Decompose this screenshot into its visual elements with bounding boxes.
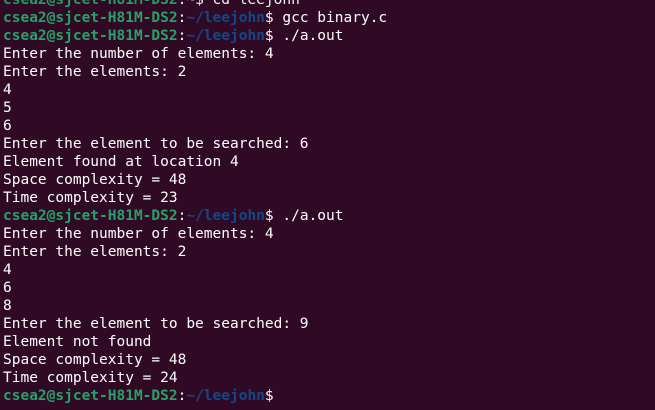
prompt-path: ~/leejohn — [186, 208, 265, 224]
prompt-command: ./a.out — [282, 28, 344, 44]
prompt-dollar: $ — [264, 28, 283, 44]
terminal-output-line: Element found at location 4 — [3, 154, 239, 170]
terminal-output-line: Enter the element to be searched: 6 — [3, 136, 309, 152]
terminal-output-line: Time complexity = 24 — [3, 370, 178, 386]
prompt-user: csea2@sjcet-H81M-DS2 — [3, 0, 178, 8]
terminal-output-line: Space complexity = 48 — [3, 352, 187, 368]
terminal-output-line: 6 — [3, 118, 12, 134]
terminal-output: csea2@sjcet-H81M-DS2:~$ cd leejohn csea2… — [3, 0, 655, 405]
terminal-output-line: Enter the number of elements: 4 — [3, 226, 274, 242]
prompt-command: ./a.out — [282, 208, 344, 224]
prompt-dollar: $ — [264, 208, 283, 224]
prompt-path: ~/leejohn — [186, 388, 265, 404]
terminal-output-line: 4 — [3, 262, 12, 278]
terminal-output-line: 5 — [3, 100, 12, 116]
terminal-output-line: 6 — [3, 280, 12, 296]
partial-rest: :~$ cd leejohn — [177, 0, 300, 8]
terminal-window[interactable]: csea2@sjcet-H81M-DS2:~$ cd leejohn csea2… — [0, 0, 655, 410]
terminal-prompt-line: csea2@sjcet-H81M-DS2:~/leejohn$ gcc bina… — [3, 9, 655, 27]
terminal-line-partial: csea2@sjcet-H81M-DS2:~$ cd leejohn — [3, 0, 655, 9]
terminal-output-line: Enter the elements: 2 — [3, 64, 187, 80]
prompt-path: ~/leejohn — [186, 10, 265, 26]
terminal-output-line: Enter the number of elements: 4 — [3, 46, 274, 62]
terminal-prompt-line: csea2@sjcet-H81M-DS2:~/leejohn$ — [3, 387, 655, 405]
terminal-output-line: Enter the element to be searched: 9 — [3, 316, 309, 332]
prompt-user: csea2@sjcet-H81M-DS2 — [3, 208, 178, 224]
prompt-user: csea2@sjcet-H81M-DS2 — [3, 10, 178, 26]
terminal-output-line: Element not found — [3, 334, 152, 350]
prompt-user: csea2@sjcet-H81M-DS2 — [3, 388, 178, 404]
prompt-command: gcc binary.c — [282, 10, 388, 26]
terminal-output-line: 8 — [3, 298, 12, 314]
terminal-lines: csea2@sjcet-H81M-DS2:~/leejohn$ gcc bina… — [3, 9, 655, 405]
prompt-dollar: $ — [264, 388, 283, 404]
terminal-output-line: Time complexity = 23 — [3, 190, 178, 206]
prompt-path: ~/leejohn — [186, 28, 265, 44]
terminal-prompt-line: csea2@sjcet-H81M-DS2:~/leejohn$ ./a.out — [3, 27, 655, 45]
prompt-user: csea2@sjcet-H81M-DS2 — [3, 28, 178, 44]
terminal-output-line: Enter the elements: 2 — [3, 244, 187, 260]
terminal-prompt-line: csea2@sjcet-H81M-DS2:~/leejohn$ ./a.out — [3, 207, 655, 225]
terminal-output-line: 4 — [3, 82, 12, 98]
terminal-output-line: Space complexity = 48 — [3, 172, 187, 188]
prompt-dollar: $ — [264, 10, 283, 26]
